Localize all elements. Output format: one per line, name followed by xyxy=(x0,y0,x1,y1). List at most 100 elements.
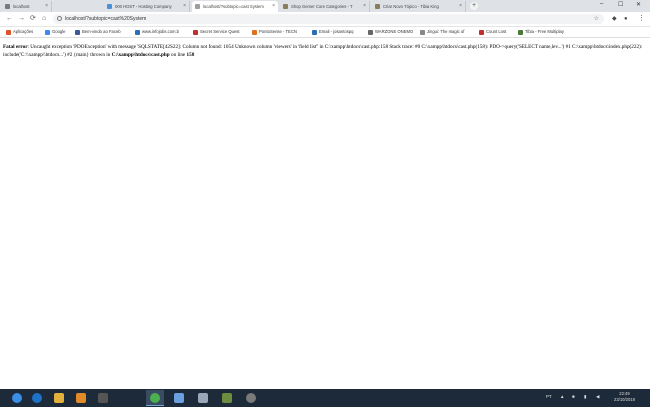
bookmark-icon xyxy=(518,29,523,35)
taskbar-app[interactable] xyxy=(72,390,90,406)
bookmark-label: Bem-vindo ao Faceb xyxy=(82,29,121,34)
bookmark-label: Google xyxy=(52,29,66,34)
mail-icon xyxy=(312,29,317,35)
home-button[interactable]: ⌂ xyxy=(42,13,46,25)
browser-toolbar: ← → ⟳ ⌂ localhost/?subtopic=cast%20Syste… xyxy=(0,12,650,27)
bookmark-item[interactable]: Jingui: The magic of xyxy=(420,27,464,37)
network-icon[interactable]: ▮ xyxy=(584,394,586,400)
app-icon xyxy=(98,393,108,403)
bookmark-icon xyxy=(252,29,257,35)
bookmark-icon xyxy=(193,29,198,35)
bookmark-item[interactable]: Tibia - Free Multiplay xyxy=(518,27,564,37)
back-button[interactable]: ← xyxy=(6,13,13,25)
bookmark-icon xyxy=(420,29,425,35)
app-icon xyxy=(174,393,184,403)
bookmarks-bar: Aplicações Google Bem-vindo ao Faceb www… xyxy=(0,27,650,38)
bookmark-label: www.infojobs.com.b xyxy=(142,29,180,34)
url-text: localhost/?subtopic=cast%20System xyxy=(65,16,147,22)
error-line-number: 158 xyxy=(186,51,195,58)
info-icon[interactable] xyxy=(57,16,62,21)
taskbar-explorer[interactable] xyxy=(50,390,68,406)
bookmark-item[interactable]: Google xyxy=(45,27,66,37)
tab-0[interactable]: localhost × xyxy=(2,1,52,12)
new-tab-button[interactable]: + xyxy=(470,2,478,10)
address-bar[interactable]: localhost/?subtopic=cast%20System ☆ xyxy=(53,14,604,24)
menu-icon[interactable]: ⋮ xyxy=(638,13,645,25)
chrome-icon xyxy=(150,393,160,403)
tab-4[interactable]: Criar Novo Tópico - Tibia King × xyxy=(372,1,466,12)
bookmark-item[interactable]: WARZONE ONEMO xyxy=(368,27,413,37)
windows-taskbar: PT ▲ ■ ▮ ◀ 22:49 23/10/2018 xyxy=(0,389,650,407)
volume-icon[interactable]: ◀ xyxy=(596,394,599,400)
bookmark-apps[interactable]: Aplicações xyxy=(6,27,33,37)
bookmark-item[interactable]: Email - josantospq xyxy=(312,27,353,37)
tab-label: Criar Novo Tópico - Tibia King xyxy=(383,4,439,9)
google-icon xyxy=(45,29,50,35)
tab-favicon xyxy=(375,4,380,9)
taskbar-ie[interactable] xyxy=(28,390,46,406)
close-icon[interactable]: × xyxy=(459,1,462,12)
bookmark-label: Email - josantospq xyxy=(319,29,354,34)
clock-date: 23/10/2018 xyxy=(614,397,635,402)
tab-label: localhost/?subtopic=cast System xyxy=(203,4,264,9)
tab-3[interactable]: Shop Gemer Core Categories - T × xyxy=(280,1,370,12)
reload-button[interactable]: ⟳ xyxy=(30,13,36,25)
bookmark-label: Jingui: The magic of xyxy=(427,29,465,34)
minimize-icon[interactable]: – xyxy=(600,1,603,7)
internet-explorer-icon xyxy=(32,393,42,403)
tab-label: localhost xyxy=(13,4,30,9)
taskbar-app[interactable] xyxy=(218,390,236,406)
apps-icon xyxy=(6,29,11,35)
app-icon xyxy=(198,393,208,403)
taskbar-app[interactable] xyxy=(242,390,260,406)
tab-label: 000 HOST - Hosting Company xyxy=(115,4,172,9)
clock[interactable]: 22:49 23/10/2018 xyxy=(614,391,635,403)
star-icon[interactable]: ☆ xyxy=(594,14,599,24)
tab-2[interactable]: localhost/?subtopic=cast System × xyxy=(192,1,278,12)
maximize-icon[interactable]: ☐ xyxy=(618,1,623,8)
globe-icon xyxy=(135,29,140,35)
close-window-icon[interactable]: ✕ xyxy=(636,1,641,8)
folder-icon xyxy=(54,393,64,403)
extension-icon[interactable]: ● xyxy=(624,13,628,25)
taskbar-app[interactable] xyxy=(170,390,188,406)
error-text: : Uncaught exception 'PDOException' with… xyxy=(3,44,643,58)
bookmark-label: WARZONE ONEMO xyxy=(375,29,414,34)
close-icon[interactable]: × xyxy=(183,1,186,12)
bookmark-label: Secret Service Quest xyxy=(200,29,240,34)
bookmark-label: Aplicações xyxy=(13,29,34,34)
bookmark-label: Tibia - Free Multiplay xyxy=(525,29,564,34)
tab-favicon xyxy=(283,4,288,9)
bookmark-icon xyxy=(479,29,484,35)
tab-1[interactable]: 000 HOST - Hosting Company × xyxy=(104,1,190,12)
error-message: Fatal error: Uncaught exception 'PDOExce… xyxy=(3,44,643,59)
taskbar-app[interactable] xyxy=(94,390,112,406)
bookmark-item[interactable]: Bem-vindo ao Faceb xyxy=(75,27,121,37)
start-button[interactable] xyxy=(8,390,26,406)
bookmark-item[interactable]: PontoSense - TECN xyxy=(252,27,297,37)
tab-favicon xyxy=(195,4,200,9)
bookmark-item[interactable]: Secret Service Quest xyxy=(193,27,240,37)
close-icon[interactable]: × xyxy=(45,1,48,12)
close-icon[interactable]: × xyxy=(272,1,275,12)
media-icon xyxy=(76,393,86,403)
windows-logo-icon xyxy=(12,393,22,403)
bookmark-item[interactable]: www.infojobs.com.b xyxy=(135,27,179,37)
app-icon xyxy=(222,393,232,403)
forward-button[interactable]: → xyxy=(18,13,25,25)
tray-arrow-icon[interactable]: ▲ xyxy=(560,394,564,399)
taskbar-chrome[interactable] xyxy=(146,390,164,406)
bookmark-label: Count Lost xyxy=(486,29,507,34)
language-indicator[interactable]: PT xyxy=(546,394,552,399)
extension-icon[interactable]: ◆ xyxy=(612,13,617,25)
tray-app-icon[interactable]: ■ xyxy=(572,394,575,399)
bookmark-label: PontoSense - TECN xyxy=(259,29,297,34)
bookmark-icon xyxy=(368,29,373,35)
error-file: C:\xampp\htdocs\cast.php xyxy=(111,51,170,58)
close-icon[interactable]: × xyxy=(363,1,366,12)
tab-favicon xyxy=(5,4,10,9)
tab-label: Shop Gemer Core Categories - T xyxy=(291,4,353,9)
taskbar-app[interactable] xyxy=(194,390,212,406)
error-label: Fatal error xyxy=(3,44,28,50)
bookmark-item[interactable]: Count Lost xyxy=(479,27,506,37)
